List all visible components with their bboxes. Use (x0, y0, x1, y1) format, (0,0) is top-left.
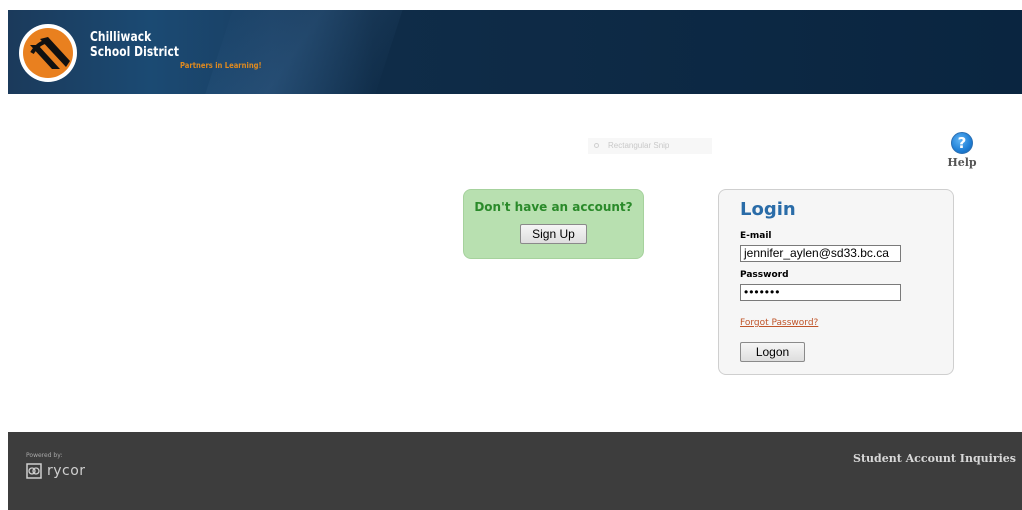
district-name: Chilliwack School District (90, 30, 179, 60)
district-tagline: Partners in Learning! (180, 61, 262, 70)
help-label[interactable]: Help (944, 156, 980, 169)
site-footer: Powered by: rycor Student Account Inquir… (8, 432, 1022, 510)
signup-panel: Don't have an account? Sign Up (463, 189, 644, 259)
rycor-wordmark: rycor (47, 463, 86, 479)
password-label: Password (740, 270, 789, 280)
question-mark-circle-icon[interactable]: ? (951, 132, 973, 154)
snip-label: Rectangular Snip (608, 141, 670, 150)
snip-radio-icon (594, 143, 599, 149)
site-header: Chilliwack School District Partners in L… (8, 10, 1022, 94)
email-label: E-mail (740, 231, 772, 241)
rycor-logo[interactable]: rycor (26, 462, 86, 480)
sign-up-button[interactable]: Sign Up (520, 224, 587, 244)
district-name-line1: Chilliwack (90, 30, 152, 45)
email-field[interactable]: jennifer_aylen@sd33.bc.ca (740, 245, 901, 262)
login-panel: Login E-mail jennifer_aylen@sd33.bc.ca P… (718, 189, 954, 375)
logon-button[interactable]: Logon (740, 342, 805, 362)
rectangular-snip-overlay: Rectangular Snip (588, 138, 712, 154)
help-link[interactable]: ? Help (944, 132, 980, 172)
district-logo-icon[interactable] (18, 23, 78, 83)
header-decoration (196, 10, 410, 94)
rycor-logo-icon (26, 463, 42, 479)
signup-prompt: Don't have an account? (474, 200, 633, 214)
password-field[interactable]: ••••••• (740, 284, 901, 301)
district-name-line2: School District (90, 45, 180, 60)
student-account-inquiries-link[interactable]: Student Account Inquiries (853, 452, 1016, 465)
login-title: Login (740, 199, 796, 220)
forgot-password-link[interactable]: Forgot Password? (740, 318, 818, 328)
powered-by-label: Powered by: (26, 452, 63, 459)
